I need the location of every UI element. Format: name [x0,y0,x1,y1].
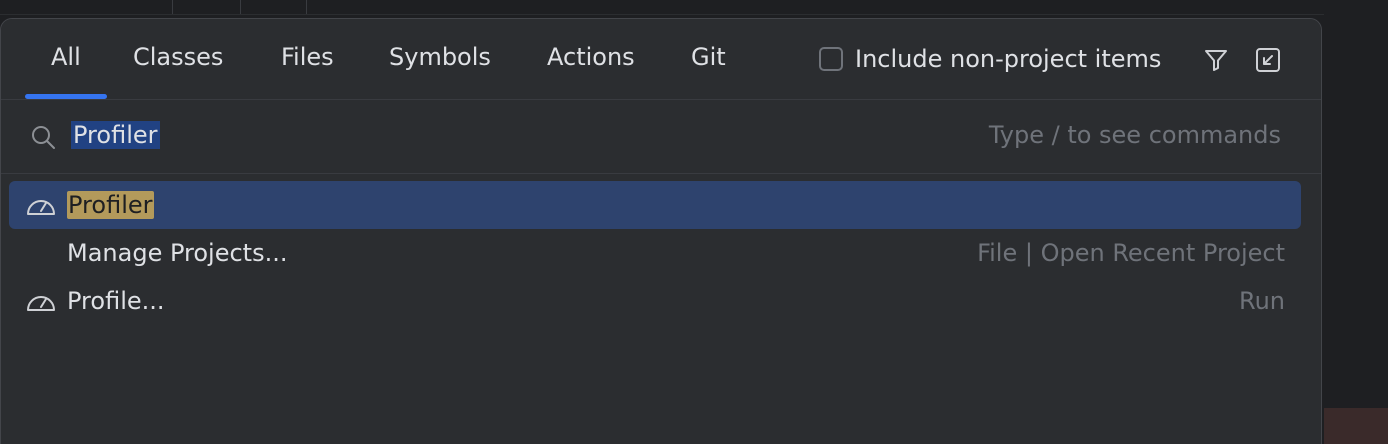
search-input-selected-text: Profiler [71,121,160,149]
result-label: Profiler [67,187,154,223]
editor-background-side [1324,14,1388,444]
tab-actions[interactable]: Actions [547,35,635,79]
editor-tab-strip [0,0,1388,15]
search-hint: Type / to see commands [988,121,1281,149]
result-location-hint: File | Open Recent Project [977,239,1285,267]
include-non-project-toggle[interactable]: Include non-project items [819,45,1161,73]
result-location-hint: Run [1238,287,1285,315]
collapse-to-corner-icon[interactable] [1253,45,1283,75]
filter-icon[interactable] [1201,45,1231,75]
search-input[interactable]: Profiler [71,117,160,153]
include-non-project-label: Include non-project items [855,45,1162,73]
result-label: Profile... [67,287,165,315]
editor-tab-segment [22,0,173,14]
search-everywhere-popup: All Classes Files Symbols Actions Git In… [0,18,1322,444]
editor-tab-segment [240,0,307,14]
result-label: Manage Projects... [67,239,288,267]
result-item-profile[interactable]: Profile... Run [9,277,1301,325]
include-non-project-checkbox[interactable] [819,47,843,71]
editor-gutter-accent [1324,408,1388,444]
tab-git[interactable]: Git [691,35,726,79]
ide-window: All Classes Files Symbols Actions Git In… [0,0,1388,444]
tab-classes[interactable]: Classes [133,35,223,79]
match-highlight: Profiler [67,191,154,219]
tab-symbols[interactable]: Symbols [389,35,491,79]
result-item-profiler[interactable]: Profiler [9,181,1301,229]
search-icon [32,126,55,149]
search-scope-tabs: All Classes Files Symbols Actions Git In… [1,19,1321,100]
tab-files[interactable]: Files [281,35,334,79]
tab-all[interactable]: All [25,35,107,99]
result-item-manage-projects[interactable]: Manage Projects... File | Open Recent Pr… [9,229,1301,277]
search-results-list: Profiler Manage Projects... File | Open … [9,181,1301,325]
gauge-icon [27,296,55,311]
gauge-icon [27,200,55,215]
editor-tab-segment [172,0,241,14]
search-field-row: Profiler Type / to see commands [1,99,1321,174]
